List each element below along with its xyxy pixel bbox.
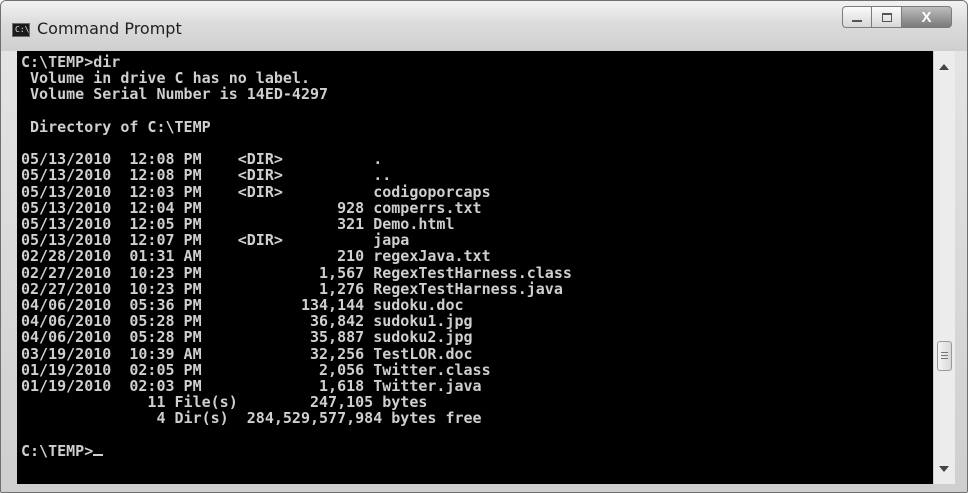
maximize-icon bbox=[881, 12, 892, 22]
icon-label: C:\ bbox=[15, 25, 30, 34]
command-prompt-icon[interactable]: C:\ bbox=[12, 23, 30, 37]
terminal-text: C:\TEMP>dir Volume in drive C has no lab… bbox=[21, 54, 572, 459]
dir-summary: 4 Dir(s) 284,529,577,984 bytes free bbox=[21, 409, 482, 428]
vertical-scrollbar[interactable] bbox=[933, 51, 955, 484]
command-prompt-window: C:\ Command Prompt X C:\TEMP>dir Volume … bbox=[0, 0, 968, 493]
close-icon: X bbox=[921, 8, 932, 26]
grip-line bbox=[941, 355, 948, 356]
window-title: Command Prompt bbox=[37, 19, 182, 38]
minimize-icon bbox=[852, 20, 862, 22]
maximize-button[interactable] bbox=[872, 6, 902, 28]
grip-line bbox=[941, 352, 948, 353]
grip-line bbox=[941, 358, 948, 359]
scroll-up-arrow-icon[interactable] bbox=[939, 64, 949, 70]
text-cursor bbox=[93, 453, 104, 456]
console-line: Directory of C:\TEMP bbox=[21, 117, 211, 136]
command-prompt-line[interactable]: C:\TEMP> bbox=[21, 442, 93, 460]
minimize-button[interactable] bbox=[842, 6, 872, 28]
caption-buttons: X bbox=[842, 6, 952, 28]
console-output[interactable]: C:\TEMP>dir Volume in drive C has no lab… bbox=[17, 51, 933, 484]
console-line: Volume Serial Number is 14ED-4297 bbox=[21, 85, 329, 104]
scrollbar-thumb[interactable] bbox=[937, 341, 952, 371]
title-bar[interactable]: C:\ Command Prompt X bbox=[1, 1, 967, 51]
scroll-down-arrow-icon[interactable] bbox=[939, 466, 949, 472]
close-button[interactable]: X bbox=[902, 6, 952, 28]
